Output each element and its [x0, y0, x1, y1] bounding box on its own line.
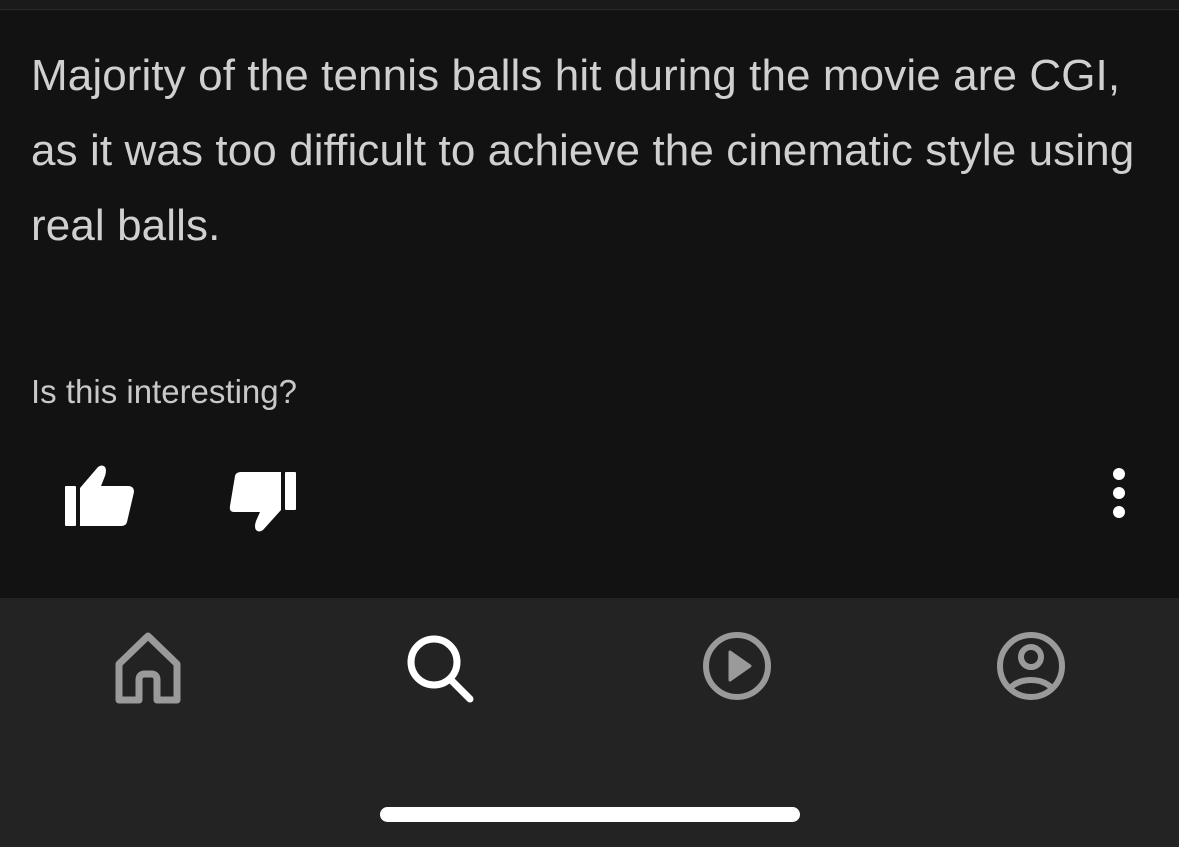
- top-divider: [0, 0, 1179, 10]
- tab-play[interactable]: [692, 624, 782, 714]
- more-options-button[interactable]: [1094, 460, 1144, 530]
- thumbs-up-button[interactable]: [60, 460, 140, 540]
- profile-icon: [997, 632, 1065, 700]
- play-icon: [703, 632, 771, 700]
- tab-search[interactable]: [396, 624, 486, 714]
- thumbs-up-icon: [65, 465, 134, 526]
- home-icon: [115, 632, 181, 704]
- more-vertical-icon: [1113, 468, 1125, 518]
- thumbs-down-button[interactable]: [226, 460, 306, 540]
- fact-text: Majority of the tennis balls hit during …: [31, 51, 1135, 250]
- search-icon: [407, 635, 474, 703]
- home-indicator: [380, 807, 800, 822]
- bottom-tab-bar: [0, 598, 1179, 847]
- feedback-prompt: Is this interesting?: [31, 373, 297, 410]
- tab-profile[interactable]: [986, 624, 1076, 714]
- tab-home[interactable]: [103, 624, 193, 714]
- fact-screen: Majority of the tennis balls hit during …: [0, 0, 1179, 847]
- thumbs-down-icon: [229, 472, 296, 532]
